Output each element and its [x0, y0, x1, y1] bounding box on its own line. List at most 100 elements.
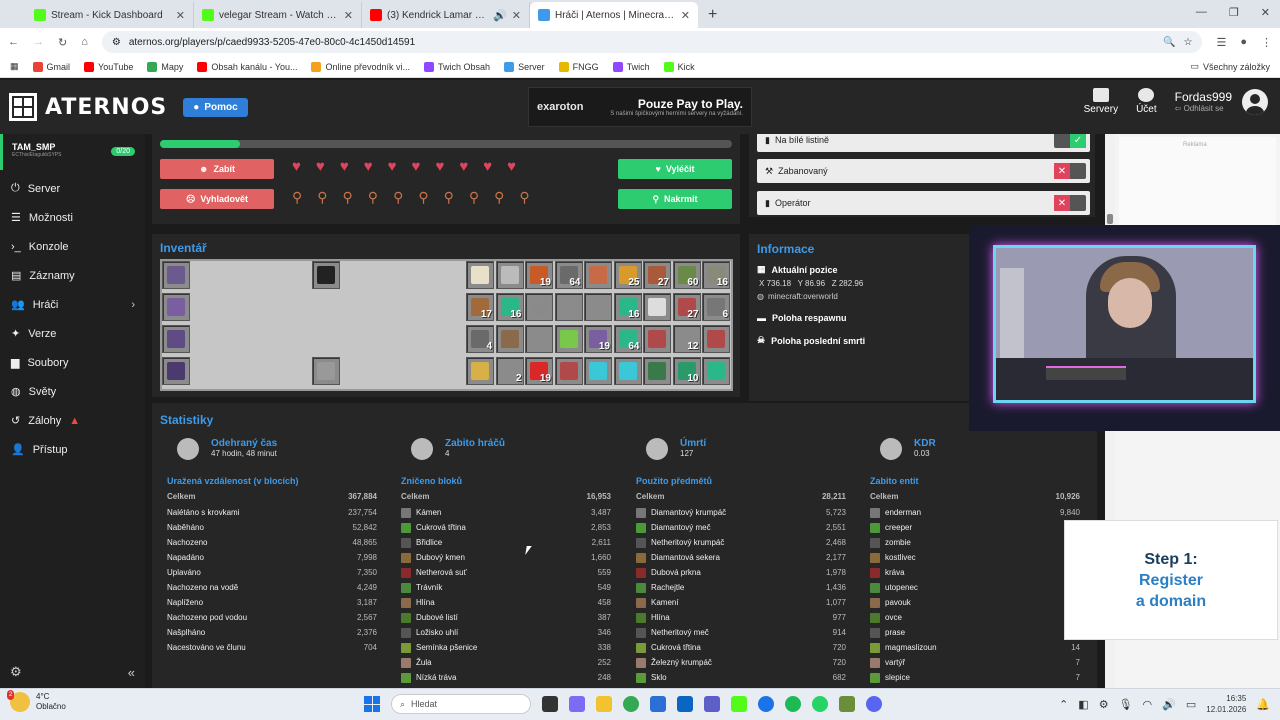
spotify-icon[interactable]	[785, 696, 801, 712]
battery-icon[interactable]: ▭	[1186, 698, 1196, 711]
operator-toggle[interactable]: ✕	[1054, 195, 1086, 211]
reload-icon[interactable]: ↻	[58, 36, 67, 49]
zoom-icon[interactable]: 🔍	[1163, 37, 1175, 48]
help-button[interactable]: ● Pomoc	[183, 97, 248, 117]
chevron-up-icon[interactable]: ⌃	[1059, 698, 1068, 711]
inventory-slot[interactable]	[702, 325, 730, 353]
new-tab-plus-icon[interactable]: +	[698, 6, 727, 28]
all-bookmarks-button[interactable]: ▭ Všechny záložky	[1190, 61, 1270, 72]
copilot-icon[interactable]	[569, 696, 585, 712]
file-explorer-icon[interactable]	[596, 696, 612, 712]
special-slot[interactable]	[312, 357, 340, 385]
sidebar-item-players[interactable]: 👥 Hráči ›	[0, 290, 145, 319]
inventory-slot[interactable]: 6	[702, 293, 730, 321]
death-position[interactable]: ☠ Poloha poslední smrti	[757, 335, 967, 346]
bookmark-converter[interactable]: Online převodník vi...	[311, 61, 410, 72]
kill-button[interactable]: ☻ Zabít	[160, 159, 274, 179]
forward-icon[interactable]: →	[33, 36, 44, 48]
inventory-slot[interactable]: 17	[466, 293, 494, 321]
minimize-icon[interactable]: —	[1196, 6, 1207, 19]
browser-tab-active[interactable]: Hráči | Aternos | Minecraft Serv ✕	[530, 2, 698, 28]
inventory-slot[interactable]: 19	[525, 357, 553, 385]
inventory-slot[interactable]	[466, 261, 494, 289]
inventory-slot[interactable]: 19	[584, 325, 612, 353]
whitelist-toggle[interactable]: ✓	[1054, 134, 1086, 148]
site-info-icon[interactable]: ⚙	[112, 37, 121, 48]
inventory-slot[interactable]: 2	[495, 357, 524, 385]
inventory-slot[interactable]: 12	[672, 325, 701, 353]
kick-icon[interactable]	[731, 696, 747, 712]
app-icon[interactable]	[650, 696, 666, 712]
wifi-icon[interactable]: ◠	[1143, 698, 1153, 711]
server-selector[interactable]: TAM_SMP ECThisIEtagukbSYPS 0/20	[0, 134, 145, 170]
account-button[interactable]: Účet	[1136, 88, 1157, 115]
inventory-slot[interactable]	[554, 357, 583, 385]
inventory-slot[interactable]	[702, 357, 730, 385]
inventory-slot[interactable]	[495, 261, 524, 289]
close-tab-icon[interactable]: ✕	[681, 9, 690, 22]
armor-slot[interactable]	[162, 325, 190, 353]
domain-ad[interactable]: Step 1: Register a domain	[1064, 520, 1278, 640]
inventory-slot[interactable]: 25	[613, 261, 642, 289]
feed-button[interactable]: ⚲ Nakrmit	[618, 189, 732, 209]
minecraft-icon[interactable]	[839, 696, 855, 712]
inventory-slot[interactable]: 16	[702, 261, 730, 289]
sidebar-item-server[interactable]: ⏻ Server	[0, 174, 145, 203]
bookmark-kick[interactable]: Kick	[663, 61, 695, 72]
browser-tab[interactable]: Stream - Kick Dashboard ✕	[26, 2, 194, 28]
bookmark-star-icon[interactable]: ☆	[1184, 37, 1193, 48]
discord-icon[interactable]	[866, 696, 882, 712]
home-icon[interactable]: ⌂	[81, 36, 88, 48]
inventory-slot[interactable]: 16	[613, 293, 642, 321]
tray-app-icon[interactable]: ⚙	[1099, 698, 1109, 711]
inventory-slot[interactable]	[495, 325, 524, 353]
notification-bell-icon[interactable]: 🔔	[1256, 698, 1270, 711]
inventory-slot[interactable]	[525, 293, 553, 321]
start-windows-icon[interactable]	[364, 696, 380, 712]
inventory-slot[interactable]	[613, 357, 642, 385]
inventory-slot[interactable]: 27	[672, 293, 701, 321]
armor-slot[interactable]	[162, 261, 190, 289]
avatar[interactable]	[1242, 88, 1268, 115]
inventory-slot[interactable]: 4	[466, 325, 494, 353]
bookmark-fngg[interactable]: FNGG	[558, 61, 599, 72]
inventory-slot[interactable]: 19	[525, 261, 553, 289]
inventory-slot[interactable]	[584, 293, 612, 321]
ad-slot[interactable]	[1119, 137, 1276, 227]
close-window-icon[interactable]: ✕	[1261, 6, 1270, 19]
servers-button[interactable]: Servery	[1084, 88, 1118, 115]
browser-tab[interactable]: (3) Kendrick Lamar - luther 🔊 ✕	[362, 2, 530, 28]
store-icon[interactable]	[677, 696, 693, 712]
inventory-slot[interactable]	[554, 325, 583, 353]
sidebar-item-console[interactable]: ›_ Konzole	[0, 232, 145, 261]
bookmark-gmail[interactable]: Gmail	[32, 61, 70, 72]
whatsapp-icon[interactable]	[812, 696, 828, 712]
respawn-position[interactable]: ▬ Poloha respawnu	[757, 313, 967, 323]
sidebar-item-options[interactable]: ☰ Možnosti	[0, 203, 145, 232]
volume-icon[interactable]: 🔊	[1162, 698, 1176, 711]
teams-icon[interactable]	[704, 696, 720, 712]
close-tab-icon[interactable]: ✕	[512, 9, 521, 22]
inventory-slot[interactable]: 64	[613, 325, 642, 353]
close-tab-icon[interactable]: ✕	[176, 9, 185, 22]
sidebar-item-worlds[interactable]: ◍ Světy	[0, 377, 145, 406]
inventory-slot[interactable]: 64	[554, 261, 583, 289]
sidebar-item-backups[interactable]: ↺ Zálohy ▲	[0, 406, 145, 435]
sidebar-item-versions[interactable]: ✦ Verze	[0, 319, 145, 348]
special-slot[interactable]	[312, 261, 340, 289]
bookmark-server[interactable]: Server	[504, 61, 545, 72]
browser-tab[interactable]: velegar Stream - Watch Live on ✕	[194, 2, 362, 28]
armor-slot[interactable]	[162, 357, 190, 385]
sidebar-item-files[interactable]: ▆ Soubory	[0, 348, 145, 377]
menu-icon[interactable]: ⋮	[1261, 36, 1272, 49]
microphone-icon[interactable]: 🎙	[1119, 698, 1133, 711]
header-ad-banner[interactable]: exaroton Pouze Pay to Play. S našimi špi…	[528, 87, 752, 127]
user-menu[interactable]: Fordas999 ⇦ Odhlásit se	[1175, 88, 1268, 115]
bookmark-twitch[interactable]: Twich	[612, 61, 650, 72]
url-field[interactable]: ⚙ aternos.org/players/p/caed9933-5205-47…	[101, 31, 1203, 53]
close-tab-icon[interactable]: ✕	[344, 9, 353, 22]
inventory-slot[interactable]	[643, 357, 671, 385]
speaker-icon[interactable]: 🔊	[493, 9, 507, 22]
chrome-icon[interactable]	[623, 696, 639, 712]
banned-toggle[interactable]: ✕	[1054, 163, 1086, 179]
